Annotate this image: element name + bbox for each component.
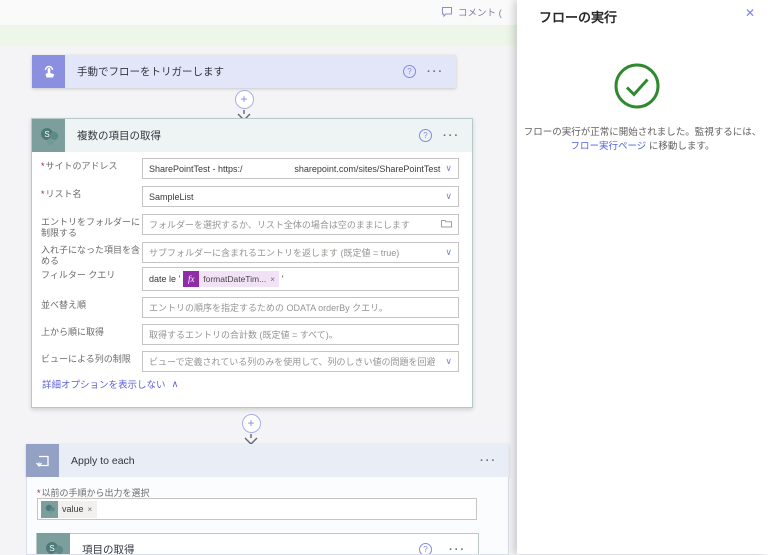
filter-query-suffix: '	[282, 274, 284, 284]
help-icon[interactable]: ?	[403, 65, 416, 78]
folder-picker-icon[interactable]	[436, 219, 452, 230]
svg-text:S: S	[49, 544, 54, 553]
connector-insert-step-1: +	[234, 90, 254, 121]
placeholder-text: サブフォルダーに含まれるエントリを返します (既定値 = true)	[149, 246, 399, 259]
svg-text:S: S	[44, 130, 49, 139]
chevron-down-icon[interactable]: ∨	[440, 163, 452, 174]
insert-step-button[interactable]: +	[235, 90, 254, 109]
required-mark: *	[41, 189, 45, 199]
placeholder-text: 取得するエントリの合計数 (既定値 = すべて)。	[149, 328, 338, 341]
hide-advanced-label: 詳細オプションを表示しない	[42, 377, 166, 391]
required-mark: *	[37, 488, 41, 498]
field-label: 並べ替え順	[41, 300, 141, 311]
order-by-input[interactable]: エントリの順序を指定するための ODATA orderBy クエリ。	[142, 297, 459, 318]
placeholder-text: エントリの順序を指定するための ODATA orderBy クエリ。	[149, 301, 388, 314]
flow-runs-page-link[interactable]: フロー実行ページ	[570, 141, 646, 152]
field-label: 入れ子になった項目を含める	[41, 245, 141, 267]
list-name-input[interactable]: SampleList ∨	[142, 186, 459, 207]
site-address-value-domain: sharepoint.com/sites/SharePointTest	[294, 164, 440, 174]
top-count-input[interactable]: 取得するエントリの合計数 (既定値 = すべて)。	[142, 324, 459, 345]
include-nested-input[interactable]: サブフォルダーに含まれるエントリを返します (既定値 = true) ∨	[142, 242, 459, 263]
comment-bubble-icon	[441, 6, 453, 18]
field-label: エントリをフォルダーに制限する	[41, 217, 141, 239]
panel-title: フローの実行	[539, 7, 617, 26]
placeholder-text: フォルダーを選択するか、リスト全体の場合は空のままにします	[149, 218, 410, 231]
manual-trigger-icon	[32, 55, 65, 88]
get-items-card-title: 複数の項目の取得	[77, 128, 161, 143]
field-label: ビューによる列の制限	[41, 354, 141, 365]
filter-query-prefix: date le '	[149, 274, 180, 284]
run-flow-panel: フローの実行 ✕ フローの実行が正常に開始されました。監視するには、フロー実行ペ…	[517, 0, 768, 554]
message-text-before: フローの実行が正常に開始されました。監視するには、	[524, 127, 762, 138]
expression-token-label: formatDateTim...	[199, 274, 270, 284]
fx-icon: fx	[183, 271, 199, 287]
comments-button[interactable]: コメント (	[441, 5, 502, 19]
apply-to-each-body: *以前の手順から出力を選択 value ×	[26, 477, 509, 555]
more-menu-icon[interactable]: ···	[443, 130, 460, 142]
success-check-icon	[613, 62, 661, 110]
remove-token-icon[interactable]: ×	[270, 275, 275, 284]
run-started-message: フローの実行が正常に開始されました。監視するには、フロー実行ページ に移動します…	[523, 126, 762, 154]
sharepoint-mini-icon	[41, 501, 58, 518]
insert-step-button[interactable]: +	[242, 414, 261, 433]
more-menu-icon[interactable]: ···	[480, 455, 497, 467]
site-address-input[interactable]: SharePointTest - https:/ sharepoint.com/…	[142, 158, 459, 179]
output-select-input[interactable]: value ×	[37, 498, 477, 520]
trigger-card-title: 手動でフローをトリガーします	[77, 64, 224, 79]
action-card-get-item[interactable]: S 項目の取得 ? ···	[36, 533, 479, 555]
expression-token[interactable]: fx formatDateTim... ×	[183, 271, 279, 287]
get-item-card-title: 項目の取得	[82, 542, 135, 555]
field-label: *リスト名	[41, 189, 141, 200]
remove-token-icon[interactable]: ×	[88, 505, 93, 514]
close-icon[interactable]: ✕	[745, 6, 755, 20]
apply-to-each-loop-icon	[26, 444, 59, 477]
action-card-get-items: S 複数の項目の取得 ? ··· *サイトのアドレス SharePointTes…	[31, 118, 473, 408]
help-icon[interactable]: ?	[419, 543, 432, 555]
chevron-down-icon[interactable]: ∨	[440, 191, 452, 202]
value-token-label: value	[62, 504, 84, 514]
connector-insert-step-2: +	[241, 414, 261, 445]
apply-to-each-title: Apply to each	[71, 455, 135, 467]
apply-to-each-header[interactable]: Apply to each ···	[26, 444, 509, 477]
field-label: *サイトのアドレス	[41, 161, 141, 172]
scope-card-apply-to-each: Apply to each ··· *以前の手順から出力を選択 value ×	[26, 444, 509, 555]
limit-columns-input[interactable]: ビューで定義されている列のみを使用して、列のしきい値の問題を回避 ∨	[142, 351, 459, 372]
help-icon[interactable]: ?	[419, 129, 432, 142]
chevron-down-icon[interactable]: ∨	[440, 356, 452, 367]
list-name-value: SampleList	[149, 192, 194, 202]
get-items-card-header[interactable]: S 複数の項目の取得 ? ···	[32, 119, 472, 152]
required-mark: *	[41, 161, 45, 171]
sharepoint-icon: S	[32, 119, 65, 152]
chevron-up-icon: ∧	[172, 379, 179, 390]
site-address-value: SharePointTest - https:/	[149, 164, 243, 174]
placeholder-text: ビューで定義されている列のみを使用して、列のしきい値の問題を回避	[149, 355, 435, 368]
more-menu-icon[interactable]: ···	[449, 544, 466, 555]
field-label: 上から順に取得	[41, 327, 141, 338]
hide-advanced-options-link[interactable]: 詳細オプションを表示しない ∧	[42, 377, 178, 391]
more-menu-icon[interactable]: ···	[427, 66, 444, 78]
limit-folder-input[interactable]: フォルダーを選択するか、リスト全体の場合は空のままにします	[142, 214, 459, 235]
filter-query-input[interactable]: date le ' fx formatDateTim... × '	[142, 267, 459, 291]
comments-label: コメント (	[458, 5, 502, 19]
chevron-down-icon[interactable]: ∨	[440, 247, 452, 258]
message-text-after: に移動します。	[646, 141, 714, 152]
sharepoint-icon: S	[37, 533, 70, 555]
value-token[interactable]: value ×	[41, 501, 97, 518]
field-label: フィルター クエリ	[41, 270, 141, 281]
trigger-card-manual-flow[interactable]: 手動でフローをトリガーします ? ···	[32, 55, 456, 88]
